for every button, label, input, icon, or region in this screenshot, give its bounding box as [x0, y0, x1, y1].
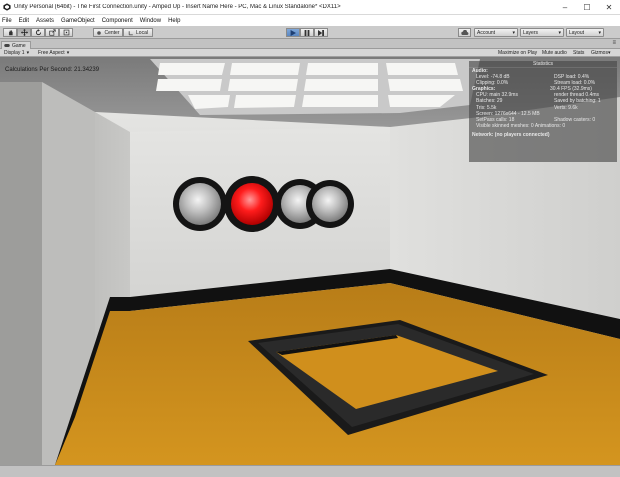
transform-tools: [3, 28, 73, 37]
menu-bar: File Edit Assets GameObject Component Wi…: [0, 15, 620, 26]
account-label: Account: [477, 29, 496, 36]
rect-tool-icon: [63, 29, 69, 36]
pause-icon: [304, 29, 310, 36]
chevron-down-icon: ▾: [66, 50, 70, 56]
stats-cell: Verts: 9.6k: [554, 104, 578, 111]
network-status: Network: (no players connected): [472, 131, 550, 138]
display-label: Display 1: [4, 50, 25, 56]
menu-edit[interactable]: Edit: [19, 18, 29, 24]
mute-audio-label: Mute audio: [542, 50, 567, 56]
layers-label: Layers: [523, 29, 539, 36]
layout-dropdown[interactable]: Layout ▾: [566, 28, 604, 37]
play-button[interactable]: [286, 28, 300, 37]
game-controller-icon: [4, 44, 10, 47]
menu-window[interactable]: Window: [140, 18, 161, 24]
chevron-down-icon: ▾: [26, 50, 30, 56]
unity-logo-icon: [3, 3, 11, 11]
menu-file[interactable]: File: [2, 18, 12, 24]
move-tool-button[interactable]: [17, 28, 31, 37]
menu-gameobject[interactable]: GameObject: [61, 18, 95, 24]
account-dropdown[interactable]: Account ▾: [474, 28, 518, 37]
move-arrows-icon: [20, 29, 28, 36]
display-dropdown[interactable]: Display 1 ▾: [4, 49, 29, 57]
scale-tool-button[interactable]: [45, 28, 59, 37]
pivot-label: Center: [104, 29, 120, 36]
space-label: Local: [136, 29, 148, 36]
rotate-tool-button[interactable]: [31, 28, 45, 37]
step-button[interactable]: [314, 28, 328, 37]
playback-controls: [286, 28, 328, 37]
hand-icon: [8, 30, 13, 36]
stats-label: Stats: [573, 50, 585, 56]
menu-help[interactable]: Help: [168, 18, 180, 24]
menu-assets[interactable]: Assets: [36, 18, 54, 24]
aspect-label: Free Aspect: [38, 50, 65, 56]
statistics-panel: Statistics Audio: Level: -74.8 dB DSP loa…: [469, 61, 617, 162]
mute-audio-toggle[interactable]: Mute audio: [542, 49, 567, 57]
window-titlebar: Unity Personal (64bit) - The First Conne…: [0, 0, 620, 15]
status-bar: [0, 465, 620, 477]
layers-dropdown[interactable]: Layers ▾: [520, 28, 564, 37]
gizmos-dropdown[interactable]: Gizmos ▾: [591, 49, 610, 57]
layout-label: Layout: [569, 29, 585, 36]
play-icon: [290, 29, 296, 36]
space-local-toggle[interactable]: Local: [123, 28, 153, 37]
game-viewport[interactable]: Calculations Per Second: 21.34239 Statis…: [0, 57, 620, 465]
maximize-on-play-toggle[interactable]: Maximize on Play: [498, 49, 537, 57]
close-button[interactable]: ✕: [598, 0, 620, 15]
local-axis-icon: [128, 30, 133, 35]
maximize-button[interactable]: ☐: [576, 0, 598, 15]
stats-row: SetPass calls: 18 Shadow casters: 0: [469, 117, 617, 123]
rotate-icon: [35, 29, 41, 36]
chevron-down-icon: ▾: [558, 29, 561, 36]
tab-menu-icon[interactable]: ≡: [612, 40, 616, 46]
scale-icon: [48, 29, 56, 36]
stats-toggle[interactable]: Stats: [573, 49, 584, 57]
stats-cell: SetPass calls: 18: [476, 116, 515, 123]
calc-overlay-text: Calculations Per Second: 21.34239: [5, 67, 100, 73]
gizmos-label: Gizmos: [591, 50, 608, 56]
tab-game-label: Game: [12, 42, 26, 49]
step-icon: [318, 29, 324, 36]
cloud-icon: [460, 29, 468, 35]
stats-cell: Shadow casters: 0: [554, 116, 596, 123]
menu-component[interactable]: Component: [102, 18, 133, 24]
pivot-toggles: Center Local: [93, 28, 153, 37]
minimize-button[interactable]: –: [554, 0, 576, 15]
graphics-footer: Visible skinned meshes: 0 Animations: 0: [476, 122, 566, 129]
pivot-center-toggle[interactable]: Center: [93, 28, 123, 37]
game-view-toolbar: Display 1 ▾ Free Aspect ▾ Maximize on Pl…: [0, 49, 620, 57]
hand-tool-button[interactable]: [3, 28, 17, 37]
chevron-down-icon: ▾: [607, 50, 611, 56]
statistics-title: Statistics: [469, 61, 617, 68]
tab-row: Game ≡: [0, 40, 620, 49]
window-title: Unity Personal (64bit) - The First Conne…: [14, 4, 341, 10]
right-toolbar: Account ▾ Layers ▾ Layout ▾: [458, 28, 604, 37]
main-toolbar: Center Local Account ▾ Layers ▾ Layout ▾: [0, 26, 620, 39]
aspect-dropdown[interactable]: Free Aspect ▾: [38, 49, 69, 57]
chevron-down-icon: ▾: [598, 29, 601, 36]
chevron-down-icon: ▾: [512, 29, 515, 36]
maximize-on-play-label: Maximize on Play: [498, 50, 538, 56]
rect-tool-button[interactable]: [59, 28, 73, 37]
pause-button[interactable]: [300, 28, 314, 37]
pivot-icon: [97, 30, 102, 35]
collab-cloud-button[interactable]: [458, 28, 471, 37]
tab-game[interactable]: Game: [1, 41, 31, 49]
wall-lamps: [173, 176, 354, 232]
